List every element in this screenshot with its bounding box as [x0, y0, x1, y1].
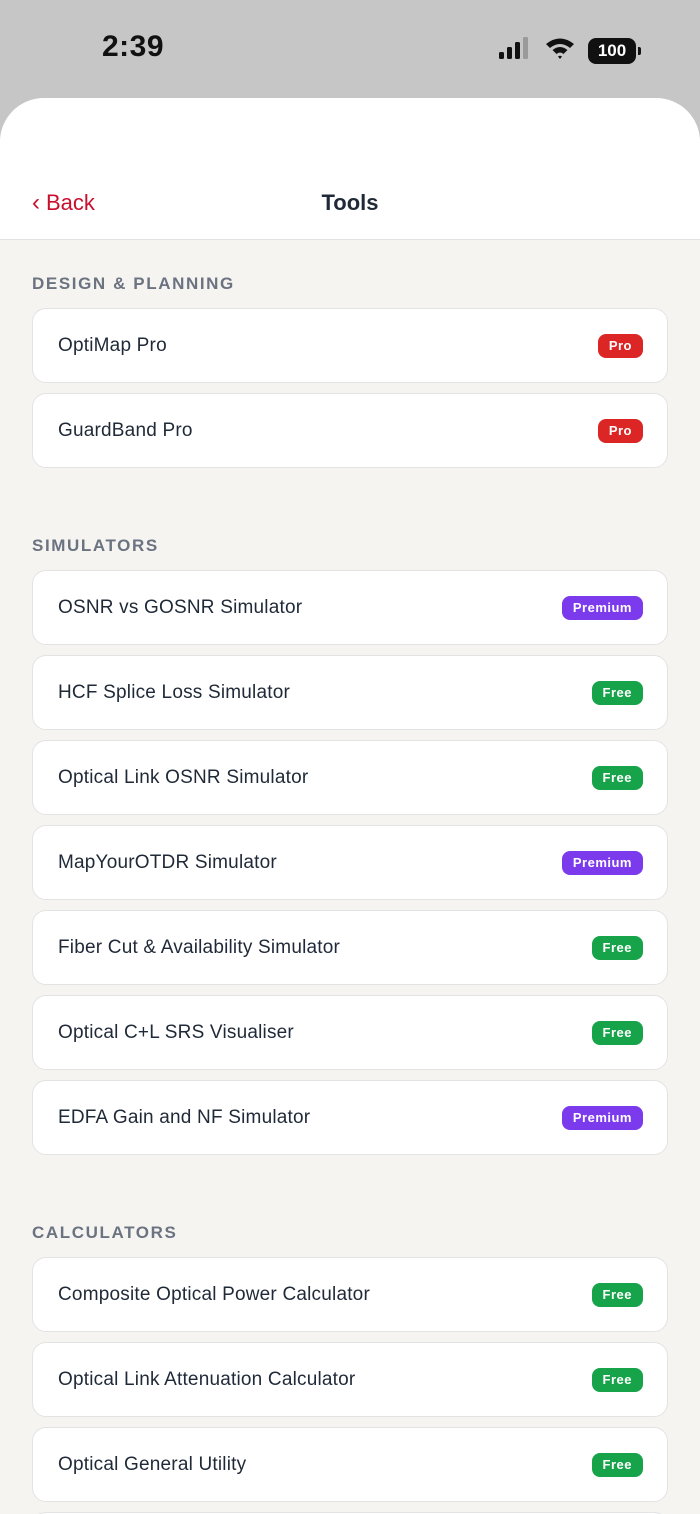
- tool-item-label: Composite Optical Power Calculator: [58, 1283, 370, 1305]
- tool-item-label: EDFA Gain and NF Simulator: [58, 1106, 311, 1128]
- premium-badge: Premium: [561, 595, 643, 620]
- tool-item[interactable]: Fiber Cut & Availability Simulator Free: [32, 910, 668, 985]
- tool-item-label: Optical General Utility: [58, 1453, 247, 1475]
- section-title: DESIGN & PLANNING: [32, 274, 235, 293]
- status-time: 2:39: [102, 30, 165, 63]
- tool-item[interactable]: OSNR vs GOSNR Simulator Premium: [32, 570, 668, 645]
- navigation-bar: ‹ Back Tools: [0, 98, 700, 240]
- tool-item-label: Optical Link OSNR Simulator: [58, 766, 309, 788]
- tool-item-label: Fiber Cut & Availability Simulator: [58, 936, 341, 958]
- battery-level: 100: [597, 40, 627, 60]
- tool-item[interactable]: HCF Splice Loss Simulator Free: [32, 655, 668, 730]
- tool-item[interactable]: Optical General Utility Free: [32, 1427, 668, 1502]
- tool-item[interactable]: GuardBand Pro Pro: [32, 393, 668, 468]
- tool-item[interactable]: Composite Optical Power Calculator Free: [32, 1257, 668, 1332]
- status-bar: 2:39 100: [0, 0, 700, 98]
- tools-list: DESIGN & PLANNING OptiMap Pro Pro GuardBand…: [0, 274, 700, 1514]
- tool-item-label: OSNR vs GOSNR Simulator: [58, 596, 303, 618]
- tool-item[interactable]: OptiMap Pro Pro: [32, 308, 668, 383]
- free-badge: Free: [591, 935, 643, 960]
- free-badge: Free: [591, 1282, 643, 1307]
- wifi-icon: [544, 36, 576, 65]
- free-badge: Free: [591, 1452, 643, 1477]
- free-badge: Free: [591, 765, 643, 790]
- tools-sheet: ‹ Back Tools DESIGN & PLANNING OptiMap Pr…: [0, 98, 700, 1514]
- tool-item-label: MapYourOTDR Simulator: [58, 851, 277, 873]
- tool-item[interactable]: EDFA Gain and NF Simulator Premium: [32, 1080, 668, 1155]
- page-title: Tools: [321, 190, 379, 215]
- tool-item-label: GuardBand Pro: [58, 419, 193, 441]
- battery-icon: 100: [588, 37, 641, 64]
- tool-item[interactable]: MapYourOTDR Simulator Premium: [32, 825, 668, 900]
- pro-badge: Pro: [597, 333, 643, 358]
- section-title: CALCULATORS: [32, 1223, 178, 1242]
- free-badge: Free: [591, 1367, 643, 1392]
- tool-item-label: Optical Link Attenuation Calculator: [58, 1368, 356, 1390]
- status-icons: 100: [498, 36, 641, 65]
- tool-item-label: HCF Splice Loss Simulator: [58, 681, 291, 703]
- tool-item-label: Optical C+L SRS Visualiser: [58, 1021, 294, 1043]
- tool-item[interactable]: Optical Link Attenuation Calculator Free: [32, 1342, 668, 1417]
- tool-item[interactable]: Optical C+L SRS Visualiser Free: [32, 995, 668, 1070]
- signal-icon: [498, 36, 532, 65]
- pro-badge: Pro: [597, 418, 643, 443]
- free-badge: Free: [591, 1020, 643, 1045]
- free-badge: Free: [591, 680, 643, 705]
- premium-badge: Premium: [561, 850, 643, 875]
- tool-item[interactable]: Optical Link OSNR Simulator Free: [32, 740, 668, 815]
- premium-badge: Premium: [561, 1105, 643, 1130]
- tool-item-label: OptiMap Pro: [58, 334, 167, 356]
- section-title: SIMULATORS: [32, 536, 159, 555]
